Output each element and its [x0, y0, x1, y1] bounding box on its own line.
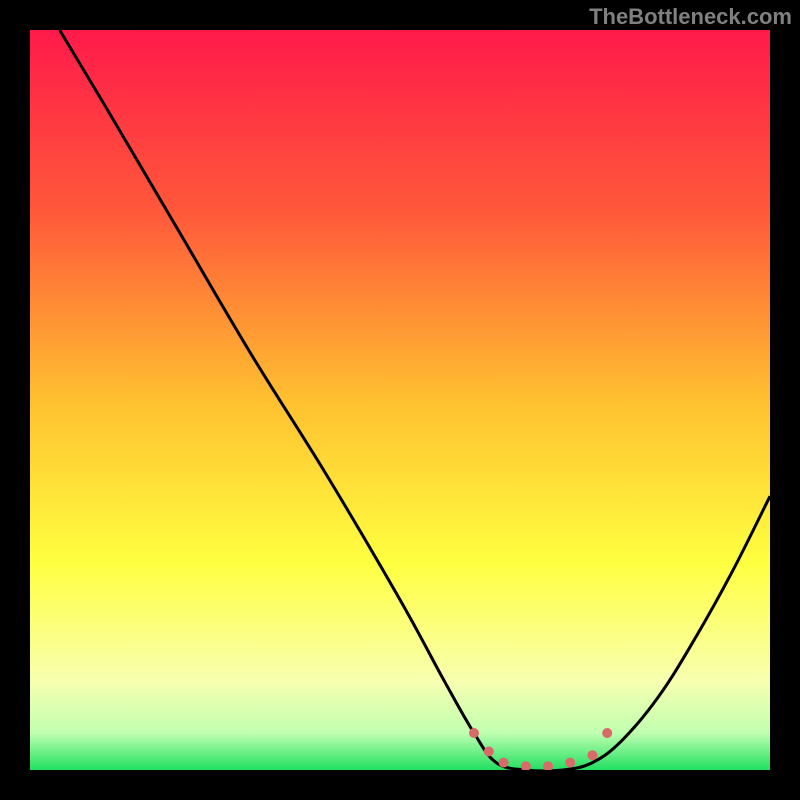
marker-dot — [543, 761, 553, 770]
marker-dot — [565, 758, 575, 768]
marker-dot — [521, 761, 531, 770]
marker-dot — [484, 747, 494, 757]
marker-dot — [602, 728, 612, 738]
marker-dot — [499, 758, 509, 768]
curve-path — [60, 30, 770, 770]
marker-dot — [587, 750, 597, 760]
chart-curve — [30, 30, 770, 770]
marker-dot — [469, 728, 479, 738]
watermark-text: TheBottleneck.com — [589, 4, 792, 30]
plot-area — [30, 30, 770, 770]
